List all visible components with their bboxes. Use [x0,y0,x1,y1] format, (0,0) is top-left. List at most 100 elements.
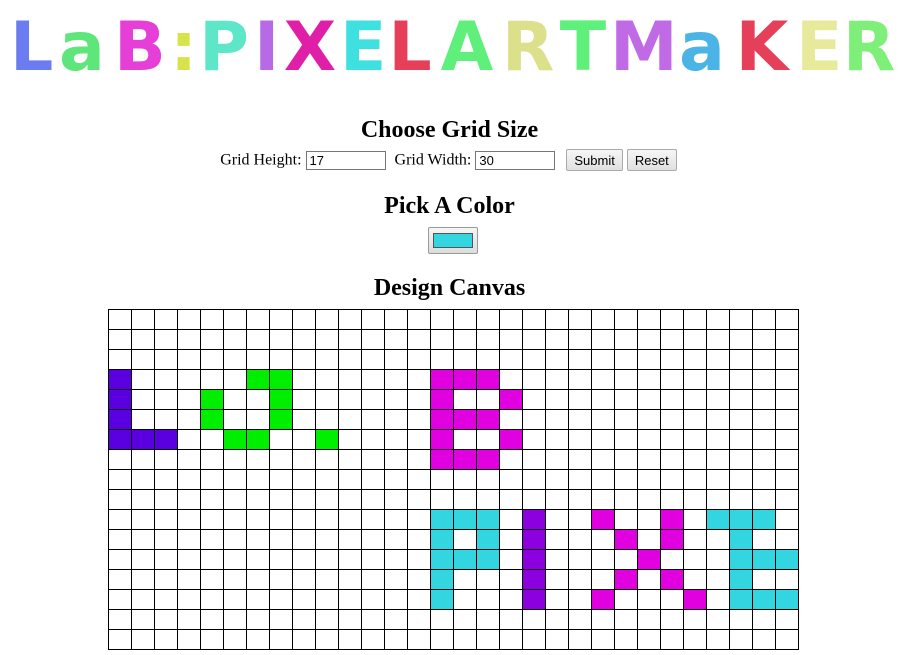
canvas-cell[interactable] [545,409,569,430]
canvas-cell[interactable] [637,369,661,390]
canvas-cell[interactable] [361,309,385,330]
color-picker[interactable] [428,227,478,254]
canvas-cell[interactable] [338,489,362,510]
canvas-cell[interactable] [706,409,730,430]
canvas-cell[interactable] [384,509,408,530]
canvas-cell[interactable] [660,329,684,350]
canvas-cell[interactable] [660,449,684,470]
canvas-cell[interactable] [591,429,615,450]
canvas-cell[interactable] [430,449,454,470]
canvas-cell[interactable] [453,569,477,590]
canvas-cell[interactable] [200,549,224,570]
canvas-cell[interactable] [545,429,569,450]
canvas-cell[interactable] [499,309,523,330]
canvas-cell[interactable] [591,529,615,550]
canvas-cell[interactable] [338,629,362,650]
canvas-cell[interactable] [384,629,408,650]
canvas-cell[interactable] [430,329,454,350]
canvas-cell[interactable] [361,409,385,430]
canvas-cell[interactable] [476,509,500,530]
canvas-cell[interactable] [292,589,316,610]
canvas-cell[interactable] [430,569,454,590]
canvas-cell[interactable] [430,409,454,430]
canvas-cell[interactable] [614,489,638,510]
canvas-cell[interactable] [269,569,293,590]
canvas-cell[interactable] [154,489,178,510]
canvas-cell[interactable] [131,329,155,350]
canvas-cell[interactable] [108,489,132,510]
canvas-cell[interactable] [200,329,224,350]
canvas-cell[interactable] [292,349,316,370]
canvas-cell[interactable] [154,329,178,350]
canvas-cell[interactable] [706,369,730,390]
canvas-cell[interactable] [591,469,615,490]
canvas-cell[interactable] [660,589,684,610]
canvas-cell[interactable] [384,489,408,510]
canvas-cell[interactable] [269,349,293,370]
canvas-cell[interactable] [683,369,707,390]
canvas-cell[interactable] [637,489,661,510]
canvas-cell[interactable] [591,509,615,530]
canvas-cell[interactable] [223,389,247,410]
canvas-cell[interactable] [407,549,431,570]
canvas-cell[interactable] [729,349,753,370]
canvas-cell[interactable] [752,489,776,510]
canvas-cell[interactable] [729,549,753,570]
canvas-cell[interactable] [338,349,362,370]
canvas-cell[interactable] [614,529,638,550]
canvas-cell[interactable] [752,529,776,550]
canvas-cell[interactable] [223,529,247,550]
canvas-cell[interactable] [338,329,362,350]
canvas-cell[interactable] [200,369,224,390]
canvas-cell[interactable] [568,509,592,530]
canvas-cell[interactable] [660,509,684,530]
canvas-cell[interactable] [108,569,132,590]
canvas-cell[interactable] [775,609,799,630]
canvas-cell[interactable] [499,369,523,390]
canvas-cell[interactable] [706,329,730,350]
canvas-cell[interactable] [200,429,224,450]
canvas-cell[interactable] [200,409,224,430]
canvas-cell[interactable] [499,429,523,450]
canvas-cell[interactable] [637,429,661,450]
canvas-cell[interactable] [775,569,799,590]
canvas-cell[interactable] [545,609,569,630]
canvas-cell[interactable] [292,609,316,630]
canvas-cell[interactable] [246,469,270,490]
canvas-cell[interactable] [269,369,293,390]
canvas-cell[interactable] [591,349,615,370]
canvas-cell[interactable] [131,509,155,530]
canvas-cell[interactable] [499,609,523,630]
canvas-cell[interactable] [430,469,454,490]
canvas-cell[interactable] [637,309,661,330]
canvas-cell[interactable] [683,589,707,610]
reset-button[interactable]: Reset [626,149,677,172]
canvas-cell[interactable] [775,309,799,330]
canvas-cell[interactable] [453,429,477,450]
canvas-cell[interactable] [752,449,776,470]
canvas-cell[interactable] [108,329,132,350]
canvas-cell[interactable] [614,449,638,470]
canvas-cell[interactable] [683,489,707,510]
canvas-cell[interactable] [752,309,776,330]
canvas-cell[interactable] [384,349,408,370]
canvas-cell[interactable] [499,549,523,570]
canvas-cell[interactable] [246,389,270,410]
canvas-cell[interactable] [568,549,592,570]
canvas-cell[interactable] [637,609,661,630]
canvas-cell[interactable] [292,389,316,410]
canvas-cell[interactable] [338,569,362,590]
canvas-cell[interactable] [407,309,431,330]
canvas-cell[interactable] [752,349,776,370]
canvas-cell[interactable] [315,489,339,510]
canvas-cell[interactable] [729,329,753,350]
canvas-cell[interactable] [338,389,362,410]
canvas-cell[interactable] [499,349,523,370]
canvas-cell[interactable] [522,369,546,390]
canvas-cell[interactable] [407,609,431,630]
canvas-cell[interactable] [683,469,707,490]
canvas-cell[interactable] [269,329,293,350]
canvas-cell[interactable] [384,529,408,550]
canvas-cell[interactable] [246,449,270,470]
canvas-cell[interactable] [407,629,431,650]
